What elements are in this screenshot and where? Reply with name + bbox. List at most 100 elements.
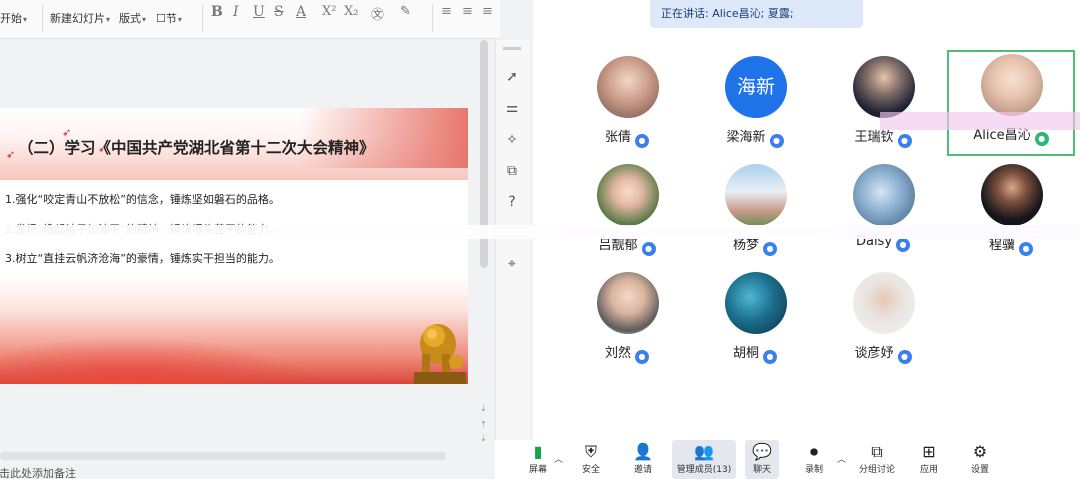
italic-button[interactable]: I	[233, 4, 239, 20]
settings-button[interactable]: ⚙ 设置	[964, 440, 996, 479]
new-slide-button[interactable]: 新建幻灯片▾	[50, 10, 110, 26]
notes-pane[interactable]: 单击此处添加备注	[0, 462, 480, 479]
new-slide-label: 新建幻灯片	[50, 12, 105, 25]
presentation-editor: 开始▾ 新建幻灯片▾ 版式▾ ☐节▾ B I U S A X² X₂ ㉆ ✎ ≡…	[0, 0, 533, 479]
invite-user-icon: 👤	[633, 442, 653, 461]
chat-button[interactable]: 💬 聊天	[745, 440, 779, 479]
meeting-toolbar: ▮ 屏幕 ︿ ⛨ 安全 👤 邀请 👥 管理成员(13) 💬 聊天 ⏺ 录制 ︿ ⧉ 分组讨论 …	[495, 440, 1080, 479]
phonetic-button[interactable]: ㉆	[371, 4, 384, 23]
lion-statue-image	[414, 324, 466, 384]
participant-tile[interactable]: 杨梦 ●	[691, 160, 819, 266]
share-screen-icon: ▮	[533, 442, 543, 461]
apps-label: 应用	[919, 465, 938, 475]
invite-button[interactable]: 👤 邀请	[627, 440, 659, 479]
font-color-button[interactable]: A	[296, 4, 306, 20]
avatar	[981, 54, 1043, 116]
section-label: 节	[165, 12, 177, 25]
dove-decoration: ➶	[6, 148, 16, 161]
participant-name-text: 杨梦	[732, 238, 759, 253]
vertical-scrollbar[interactable]: ⇣ ⇡ ⇣	[477, 40, 491, 450]
section-button[interactable]: ☐节▾	[156, 10, 182, 26]
breakout-rooms-button[interactable]: ⧉ 分组讨论	[855, 440, 899, 479]
slide-bullet: 1.强化“咬定青山不放松”的信念，锤炼坚如磐石的品格。	[5, 193, 280, 206]
share-screen-label: 屏幕	[528, 465, 547, 475]
share-screen-button[interactable]: ▮ 屏幕	[523, 440, 553, 479]
record-label: 录制	[804, 465, 823, 475]
slide-title: （二）学习《中国共产党湖北省第十二次大会精神》	[18, 139, 375, 157]
bold-button[interactable]: B	[211, 4, 223, 20]
participant-name: 刘然 ●	[563, 342, 691, 364]
section-icon: ☐	[156, 12, 166, 25]
ribbon-divider	[42, 4, 43, 32]
record-icon: ⏺	[809, 442, 818, 461]
participant-name: 胡桐 ●	[691, 342, 819, 364]
security-label: 安全	[581, 465, 600, 475]
underline-button[interactable]: U	[253, 4, 265, 20]
slides-icon[interactable]: ⧉	[502, 161, 522, 181]
subscript-button[interactable]: X₂	[344, 4, 358, 19]
participant-name-text: 胡桐	[732, 346, 759, 361]
mic-icon: ●	[896, 238, 911, 252]
ribbon-divider	[432, 4, 433, 32]
avatar	[597, 56, 659, 118]
layout-label: 版式	[119, 12, 141, 25]
avatar	[597, 272, 659, 334]
manage-members-button[interactable]: 👥 管理成员(13)	[672, 440, 736, 479]
security-button[interactable]: ⛨ 安全	[575, 440, 607, 479]
participant-tile[interactable]: 海新 梁海新 ●	[691, 52, 819, 158]
page-up-icon[interactable]: ⇡	[480, 420, 487, 429]
slide-footer-glow	[0, 338, 320, 384]
participant-name: 梁海新 ●	[691, 126, 819, 148]
mic-icon: ●	[641, 242, 656, 256]
render-artifact-band	[0, 225, 1080, 239]
members-icon: 👥	[694, 442, 714, 461]
apps-button[interactable]: ⊞ 应用	[913, 440, 945, 479]
participant-tile[interactable]: 张倩 ●	[563, 52, 691, 158]
align-center-icon[interactable]: ≡	[462, 4, 473, 19]
breakout-icon: ⧉	[871, 442, 883, 461]
participant-name: 谈彦妤 ●	[819, 342, 947, 364]
participant-name: 张倩 ●	[563, 126, 691, 148]
participant-tile[interactable]: 吕靓郁 ●	[563, 160, 691, 266]
participant-tile[interactable]: 胡桐 ●	[691, 268, 819, 374]
avatar	[853, 272, 915, 334]
gear-icon: ⚙	[972, 442, 988, 461]
mic-icon: ●	[769, 134, 784, 148]
participant-tile[interactable]: 王瑞钦 ●	[819, 52, 947, 158]
mic-icon: ●	[635, 134, 649, 148]
slide-canvas[interactable]: ➶ ➶ ➶ （二）学习《中国共产党湖北省第十二次大会精神》 1.强化“咬定青山不…	[0, 108, 468, 384]
start-tab[interactable]: 开始▾	[0, 10, 27, 26]
align-right-icon[interactable]: ≡	[482, 4, 493, 19]
page-down-icon[interactable]: ⇣	[480, 434, 487, 443]
location-icon[interactable]: ⌖	[502, 254, 522, 274]
layout-button[interactable]: 版式▾	[119, 10, 146, 26]
participant-tile[interactable]: 刘然 ●	[563, 268, 691, 374]
avatar	[853, 164, 915, 226]
participant-tile[interactable]: Daisy ●	[819, 160, 947, 266]
superscript-button[interactable]: X²	[322, 4, 336, 19]
horizontal-scrollbar[interactable]	[0, 452, 446, 460]
mic-icon: ●	[897, 134, 912, 148]
participant-tile-active-speaker[interactable]: Alice昌沁 ●	[947, 50, 1075, 156]
help-icon[interactable]: ?	[502, 192, 522, 212]
participant-name-text: 张倩	[604, 130, 631, 145]
scroll-down-icon[interactable]: ⇣	[480, 404, 487, 413]
align-left-icon[interactable]: ≡	[441, 4, 452, 19]
magic-icon[interactable]: ✧	[502, 130, 522, 150]
record-button[interactable]: ⏺ 录制	[798, 440, 830, 479]
share-options-caret-icon[interactable]: ︿	[554, 452, 563, 465]
mic-icon: ●	[1019, 242, 1033, 256]
participant-tile[interactable]: 程骥 ●	[947, 160, 1075, 266]
settings-label: 设置	[970, 465, 989, 475]
breakout-label: 分组讨论	[858, 465, 895, 475]
sliders-icon[interactable]: ⚌	[502, 98, 522, 118]
highlight-icon[interactable]: ✎	[400, 4, 411, 19]
rocket-icon[interactable]: ➚	[502, 67, 522, 87]
participant-tile[interactable]: 谈彦妤 ●	[819, 268, 947, 374]
participant-name-text: Alice昌沁	[973, 128, 1031, 143]
participant-name-text: 刘然	[604, 346, 631, 361]
side-task-pane: ➚ ⚌ ✧ ⧉ ? ⌖ •••	[495, 40, 530, 479]
record-options-caret-icon[interactable]: ︿	[837, 452, 846, 465]
notes-placeholder: 单击此处添加备注	[0, 467, 76, 479]
strikethrough-button[interactable]: S	[274, 4, 284, 20]
